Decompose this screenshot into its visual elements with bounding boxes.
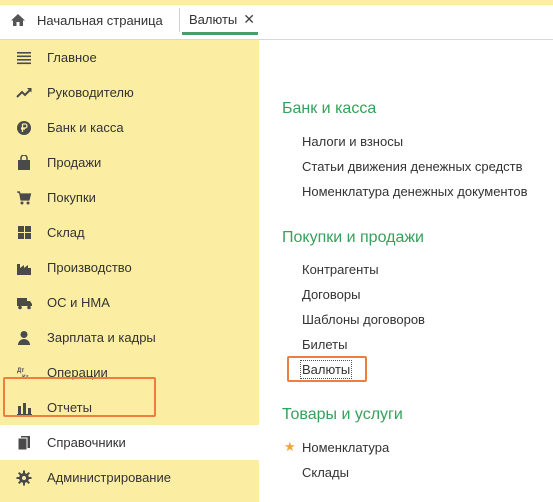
sidebar-item-label: Отчеты — [47, 400, 92, 415]
truck-icon — [15, 294, 33, 312]
link-currencies[interactable]: Валюты — [299, 360, 353, 379]
sidebar-item-fixed-assets[interactable]: ОС и НМА — [0, 285, 259, 320]
favorite-star-icon[interactable]: ★ — [284, 439, 296, 455]
link-contracts[interactable]: Договоры — [302, 287, 360, 302]
sidebar-item-label: Продажи — [47, 155, 102, 170]
shopping-bag-icon — [15, 154, 33, 172]
sidebar-item-label: Банк и касса — [47, 120, 124, 135]
link-taxes[interactable]: Налоги и взносы — [302, 134, 403, 149]
group-title-purchases-sales: Покупки и продажи — [282, 229, 424, 246]
svg-text:Дт: Дт — [17, 368, 24, 374]
sidebar-item-bank[interactable]: Банк и касса — [0, 110, 259, 145]
catalogs-panel: Банк и касса Налоги и взносы Статьи движ… — [259, 40, 553, 502]
sidebar-item-catalogs[interactable]: Справочники — [0, 425, 259, 460]
bar-chart-icon — [15, 399, 33, 417]
sidebar-item-manager[interactable]: Руководителю — [0, 75, 259, 110]
warehouse-grid-icon — [15, 224, 33, 242]
link-nomenclature[interactable]: Номенклатура — [302, 440, 389, 455]
link-counterparties[interactable]: Контрагенты — [302, 262, 379, 277]
tab-currencies[interactable]: Валюты ✕ — [182, 7, 258, 35]
person-icon — [15, 329, 33, 347]
sidebar-item-reports[interactable]: Отчеты — [0, 390, 259, 425]
sidebar-item-admin[interactable]: Администрирование — [0, 460, 259, 495]
tab-home[interactable]: Начальная страница — [0, 5, 178, 35]
sidebar-item-label: Покупки — [47, 190, 96, 205]
shopping-cart-icon — [15, 189, 33, 207]
sidebar-item-label: ОС и НМА — [47, 295, 110, 310]
sidebar-item-main[interactable]: Главное — [0, 40, 259, 75]
home-icon — [10, 12, 26, 28]
link-money-documents[interactable]: Номенклатура денежных документов — [302, 184, 528, 199]
sidebar-item-label: Главное — [47, 50, 97, 65]
group-title-goods-services: Товары и услуги — [282, 406, 403, 423]
sidebar-item-label: Руководителю — [47, 85, 134, 100]
sidebar-item-warehouse[interactable]: Склад — [0, 215, 259, 250]
sidebar-item-label: Склад — [47, 225, 85, 240]
factory-icon — [15, 259, 33, 277]
group-title-bank: Банк и касса — [282, 100, 377, 117]
sidebar-item-purchases[interactable]: Покупки — [0, 180, 259, 215]
sidebar: Главное Руководителю Банк и касса Продаж… — [0, 40, 259, 502]
sidebar-item-label: Производство — [47, 260, 132, 275]
link-tickets[interactable]: Билеты — [302, 337, 347, 352]
sidebar-item-label: Справочники — [47, 435, 126, 450]
sidebar-item-salary[interactable]: Зарплата и кадры — [0, 320, 259, 355]
tab-divider — [179, 8, 180, 32]
debit-credit-icon: Дт Кт — [15, 364, 33, 382]
sidebar-item-operations[interactable]: Дт Кт Операции — [0, 355, 259, 390]
gear-icon — [15, 469, 33, 487]
link-contract-templates[interactable]: Шаблоны договоров — [302, 312, 425, 327]
sidebar-item-label: Операции — [47, 365, 108, 380]
ruble-coin-icon — [15, 119, 33, 137]
link-warehouses[interactable]: Склады — [302, 465, 349, 480]
sidebar-item-label: Зарплата и кадры — [47, 330, 156, 345]
sidebar-item-production[interactable]: Производство — [0, 250, 259, 285]
trend-up-icon — [15, 84, 33, 102]
close-icon[interactable]: ✕ — [243, 11, 255, 28]
menu-lines-icon — [15, 49, 33, 67]
tab-home-label: Начальная страница — [37, 12, 163, 28]
svg-text:Кт: Кт — [22, 375, 29, 381]
tab-currencies-label: Валюты — [189, 12, 238, 27]
sidebar-item-sales[interactable]: Продажи — [0, 145, 259, 180]
link-cash-flow-items[interactable]: Статьи движения денежных средств — [302, 159, 523, 174]
sidebar-item-label: Администрирование — [47, 470, 171, 485]
tab-bar: Начальная страница Валюты ✕ — [0, 0, 553, 40]
books-icon — [15, 434, 33, 452]
